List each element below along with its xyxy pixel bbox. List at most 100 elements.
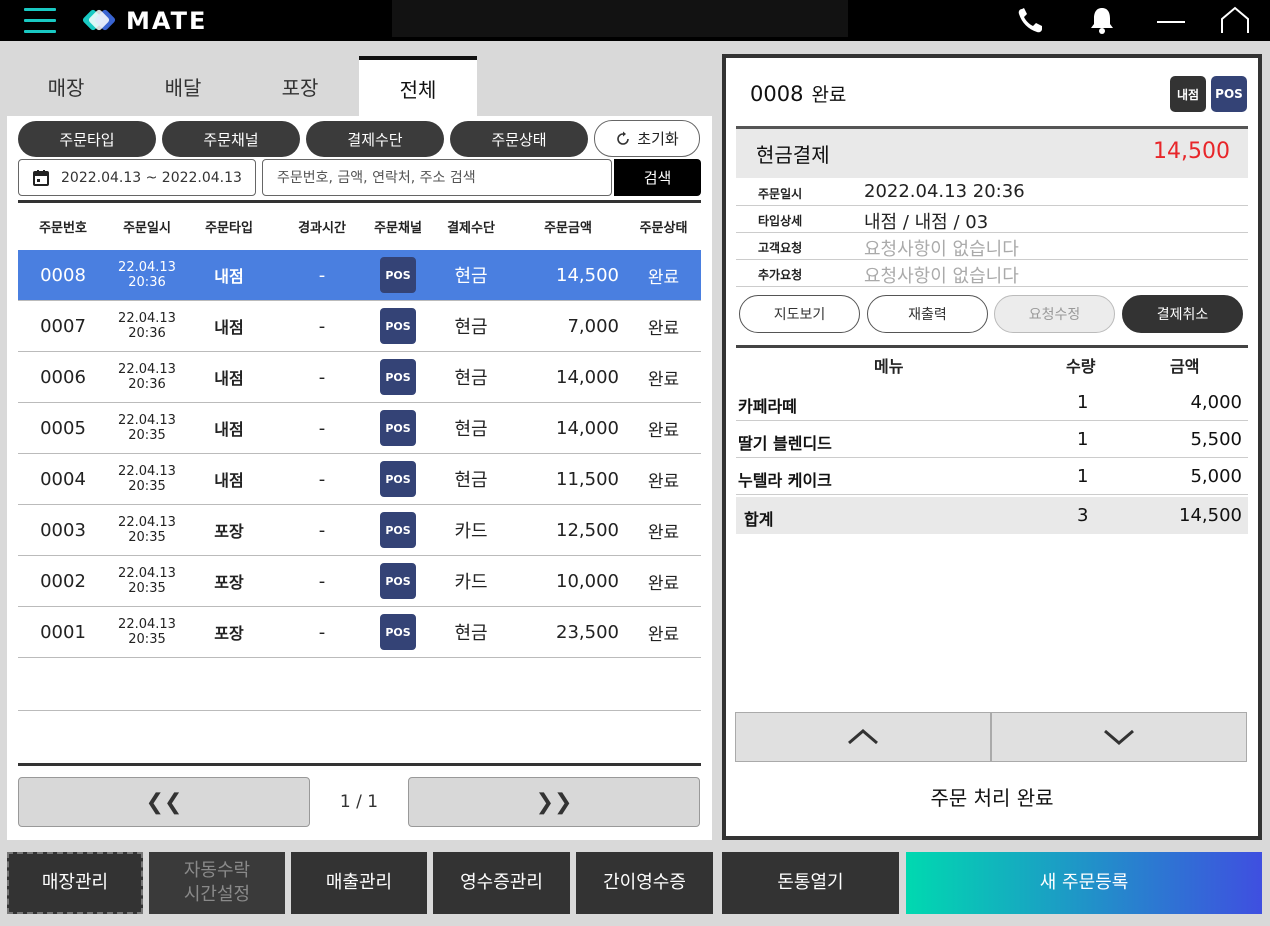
empty-row (18, 660, 701, 711)
col-channel: 주문채널 (374, 221, 422, 236)
order-row[interactable]: 0006 22.04.13 20:36 내점 - POS 현금 14,000 완료 (18, 352, 701, 403)
channel-cell: POS (364, 250, 432, 300)
order-date-cell: 22.04.13 20:35 (108, 556, 186, 606)
receipt-manage-button[interactable]: 영수증관리 (433, 852, 570, 914)
menu-total-row: 합계 3 14,500 (736, 497, 1248, 534)
menu-item-qty: 1 (1077, 392, 1089, 413)
scroll-up-button[interactable] (735, 712, 991, 762)
table-bottom-rule (18, 763, 701, 766)
info-row-order-date: 주문일시 2022.04.13 20:36 (736, 179, 1248, 206)
order-type-cell: 내점 (214, 420, 244, 439)
menu-col-name: 메뉴 (874, 357, 904, 376)
order-type-tabs: 매장 배달 포장 전체 (7, 54, 712, 116)
menu-item-row: 딸기 블렌디드 1 5,500 (736, 421, 1248, 458)
calendar-icon (33, 169, 49, 186)
amount-cell: 7,000 (567, 315, 619, 337)
status-cell: 완료 (647, 267, 680, 288)
tab-all[interactable]: 전체 (359, 56, 477, 116)
elapsed-cell: - (318, 468, 326, 490)
logo-mark-icon (82, 9, 116, 31)
order-row[interactable]: 0004 22.04.13 20:35 내점 - POS 현금 11,500 완료 (18, 454, 701, 505)
order-time: 20:35 (128, 581, 166, 596)
phone-icon[interactable] (1014, 5, 1048, 35)
simple-receipt-button[interactable]: 간이영수증 (576, 852, 713, 914)
detail-order-no: 0008 (750, 82, 804, 106)
scroll-down-button[interactable] (991, 712, 1247, 762)
auto-accept-line2: 시간설정 (183, 884, 251, 905)
new-order-button[interactable]: 새 주문등록 (906, 852, 1262, 914)
view-map-button[interactable]: 지도보기 (739, 295, 860, 333)
status-cell: 완료 (647, 573, 680, 594)
bell-icon[interactable] (1085, 5, 1119, 35)
filter-order-status-button[interactable]: 주문상태 (450, 121, 588, 157)
order-row[interactable]: 0005 22.04.13 20:35 내점 - POS 현금 14,000 완료 (18, 403, 701, 454)
cancel-payment-button[interactable]: 결제취소 (1122, 295, 1243, 333)
info-value: 요청사항이 없습니다 (864, 266, 1019, 287)
channel-cell: POS (364, 454, 432, 504)
reprint-button[interactable]: 재출력 (867, 295, 988, 333)
menu-item-price: 4,000 (1190, 392, 1242, 413)
order-no-cell: 0003 (40, 519, 86, 541)
order-date: 22.04.13 (118, 617, 176, 632)
open-cash-drawer-button[interactable]: 돈통열기 (722, 852, 899, 914)
elapsed-cell: - (318, 264, 326, 286)
amount-cell: 10,000 (556, 570, 619, 592)
order-date: 22.04.13 (118, 515, 176, 530)
order-detail-title: 0008 완료 (750, 80, 846, 107)
prev-page-button[interactable]: ❮❮ (18, 777, 310, 827)
status-cell: 완료 (647, 624, 680, 645)
order-type-cell: 내점 (214, 318, 244, 337)
search-input[interactable] (262, 159, 612, 196)
pos-badge: POS (380, 257, 416, 293)
minimize-icon[interactable] (1154, 5, 1188, 35)
menu-col-qty: 수량 (1066, 357, 1096, 376)
order-row[interactable]: 0002 22.04.13 20:35 포장 - POS 카드 10,000 완료 (18, 556, 701, 607)
col-order-date: 주문일시 (123, 221, 171, 236)
info-row-type-detail: 타입상세 내점 / 내점 / 03 (736, 206, 1248, 233)
edit-request-button[interactable]: 요청수정 (994, 295, 1115, 333)
amount-cell: 14,500 (556, 264, 619, 286)
store-manage-button[interactable]: 매장관리 (7, 852, 143, 914)
order-no-cell: 0006 (40, 366, 86, 388)
amount-cell: 23,500 (556, 621, 619, 643)
order-type-cell: 포장 (214, 573, 244, 592)
page-indicator: 1 / 1 (339, 792, 379, 812)
order-row[interactable]: 0001 22.04.13 20:35 포장 - POS 현금 23,500 완료 (18, 607, 701, 658)
menu-table-header: 메뉴 수량 금액 (736, 345, 1248, 383)
order-date-cell: 22.04.13 20:36 (108, 250, 186, 300)
status-cell: 완료 (647, 420, 680, 441)
tab-takeout[interactable]: 포장 (241, 56, 359, 116)
search-button[interactable]: 검색 (614, 159, 701, 196)
pos-badge: POS (380, 308, 416, 344)
filter-order-type-button[interactable]: 주문타입 (18, 121, 156, 157)
filter-order-channel-button[interactable]: 주문채널 (162, 121, 300, 157)
total-qty: 3 (1077, 505, 1089, 526)
date-range-picker[interactable]: 2022.04.13 ~ 2022.04.13 (18, 159, 256, 196)
menu-item-row: 누텔라 케이크 1 5,000 (736, 458, 1248, 495)
menu-item-qty: 1 (1077, 429, 1089, 450)
order-row[interactable]: 0008 22.04.13 20:36 내점 - POS 현금 14,500 완료 (18, 250, 701, 301)
sales-manage-button[interactable]: 매출관리 (291, 852, 427, 914)
reset-button[interactable]: 초기화 (594, 120, 700, 157)
tab-delivery[interactable]: 배달 (124, 56, 242, 116)
info-value: 요청사항이 없습니다 (864, 239, 1019, 260)
hamburger-menu-icon[interactable] (24, 6, 56, 34)
home-icon[interactable] (1218, 5, 1252, 35)
channel-badge: POS (1211, 76, 1247, 112)
channel-cell: POS (364, 607, 432, 657)
amount-cell: 12,500 (556, 519, 619, 541)
order-no-cell: 0001 (40, 621, 86, 643)
next-page-button[interactable]: ❯❯ (408, 777, 700, 827)
order-row[interactable]: 0007 22.04.13 20:36 내점 - POS 현금 7,000 완료 (18, 301, 701, 352)
menu-item-name: 딸기 블렌디드 (738, 434, 832, 453)
amount-cell: 14,000 (556, 366, 619, 388)
pos-badge: POS (380, 563, 416, 599)
order-row[interactable]: 0003 22.04.13 20:35 포장 - POS 카드 12,500 완료 (18, 505, 701, 556)
tab-store[interactable]: 매장 (7, 56, 125, 116)
elapsed-cell: - (318, 570, 326, 592)
payment-cell: 현금 (454, 470, 488, 491)
auto-accept-time-button[interactable]: 자동수락 시간설정 (149, 852, 285, 914)
info-value: 2022.04.13 20:36 (864, 181, 1025, 202)
filter-payment-method-button[interactable]: 결제수단 (306, 121, 444, 157)
total-price: 14,500 (1179, 505, 1242, 526)
